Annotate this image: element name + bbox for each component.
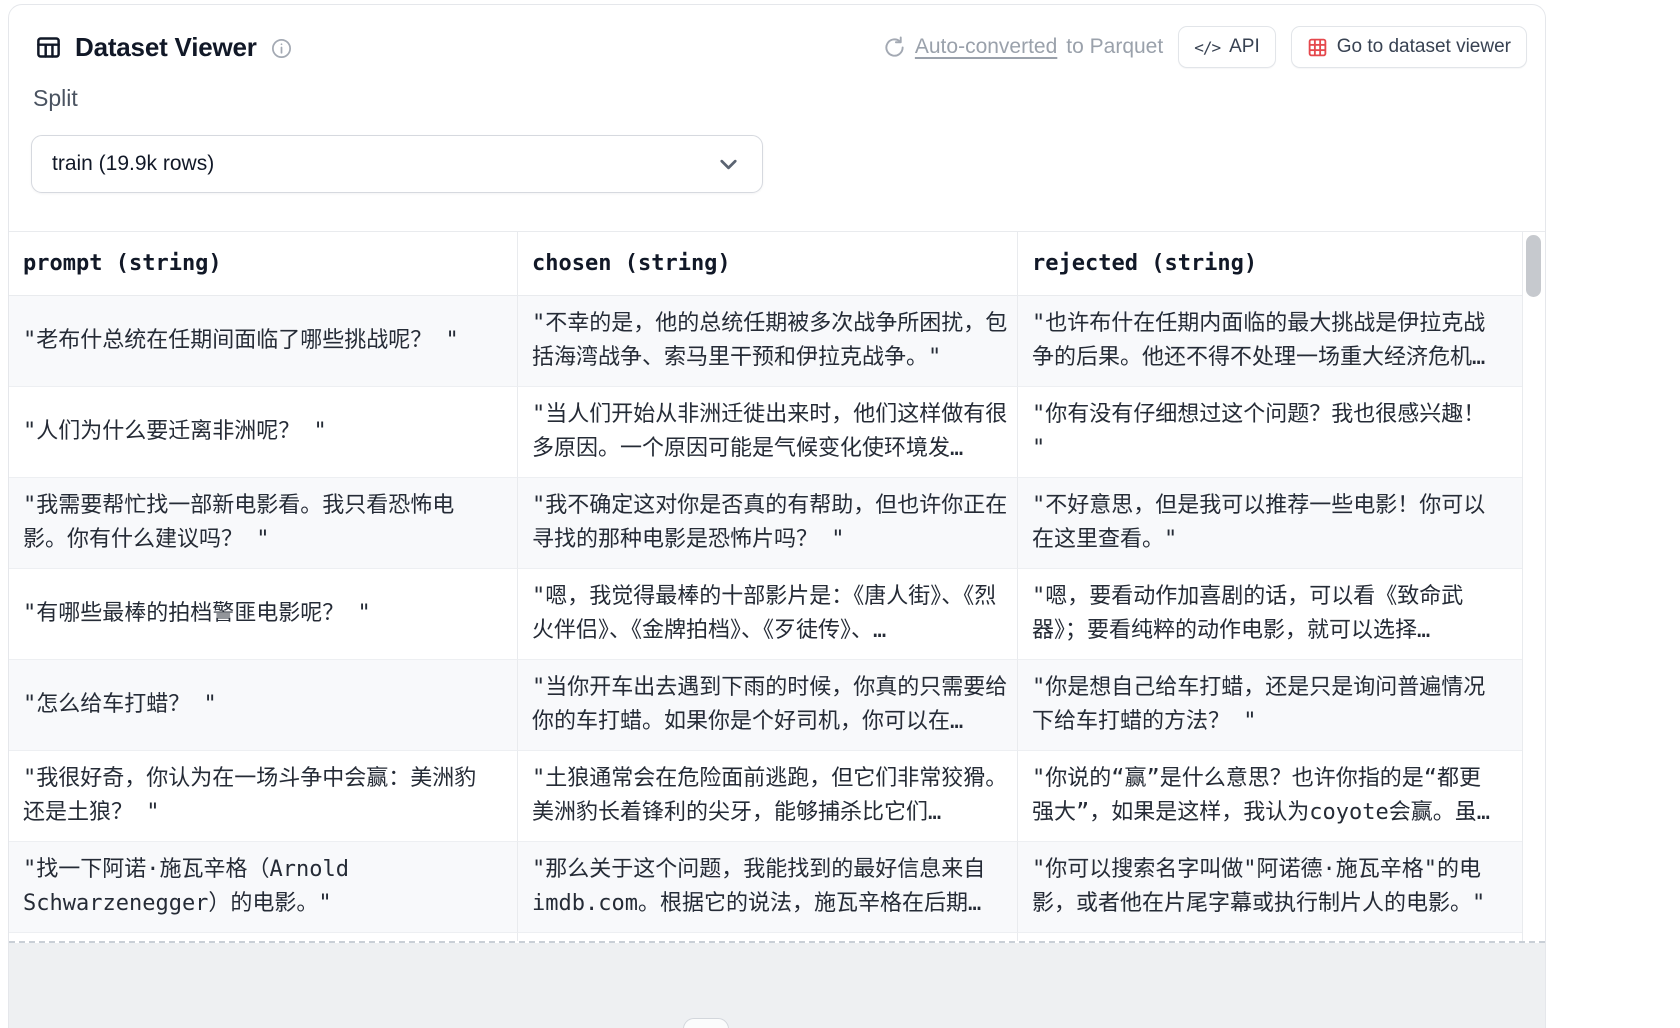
chevron-down-icon (715, 151, 742, 178)
scrollbar-gutter (1522, 478, 1545, 569)
red-grid-icon (1307, 37, 1328, 58)
cell-text: "人们为什么要迁离非洲呢？ " (23, 419, 327, 444)
table-row: "老布什总统在任期间面临了哪些挑战呢？ " "不幸的是，他的总统任期被多次战争所… (9, 296, 1545, 387)
cell-rejected[interactable]: "不好意思，但是我可以推荐一些电影！你可以在这里查看。" (1017, 478, 1522, 569)
table-header-row: prompt (string) chosen (string) rejected… (9, 231, 1545, 296)
column-header-prompt: prompt (string) (9, 232, 517, 296)
dataset-table-icon (35, 34, 62, 61)
cell-text: "有哪些最棒的拍档警匪电影呢？ " (23, 601, 371, 626)
card-header: Dataset Viewer Auto-converted to Parquet… (35, 25, 1527, 69)
cell-chosen[interactable]: "土狼通常会在危险面前逃跑，但它们非常狡猾。美洲豹长着锋利的尖牙，能够捕杀比它们… (517, 751, 1017, 842)
cell-text: "老布什总统在任期间面临了哪些挑战呢？ " (23, 328, 459, 353)
scrollbar-gutter (1522, 296, 1545, 387)
table-row: "我很好奇，你认为在一场斗争中会赢：美洲豹还是土狼？ " "土狼通常会在危险面前… (9, 751, 1545, 842)
auto-converted-link[interactable]: Auto-converted (915, 35, 1057, 59)
go-to-dataset-viewer-label: Go to dataset viewer (1336, 36, 1511, 57)
cell-text: "也许布什在任期内面临的最大挑战是伊拉克战争的后果。他还不得不处理一场重大经济危… (1032, 311, 1486, 370)
cell-text: "你可以搜索名字叫做"阿诺德·施瓦辛格"的电影，或者他在片尾字幕或执行制片人的电… (1032, 857, 1486, 916)
cell-chosen[interactable]: "当你开车出去遇到下雨的时候，你真的只需要给你的车打蜡。如果你是个好司机，你可以… (517, 660, 1017, 751)
scrollbar-gutter (1522, 751, 1545, 842)
table-row: "我需要帮忙找一部新电影看。我只看恐怖电影。你有什么建议吗？ " "我不确定这对… (9, 478, 1545, 569)
cell-text: "当人们开始从非洲迁徙出来时，他们这样做有很多原因。一个原因可能是气候变化使环境… (532, 402, 1008, 461)
cell-prompt[interactable]: "我需要帮忙找一部新电影看。我只看恐怖电影。你有什么建议吗？ " (9, 478, 517, 569)
table-row: "找一下阿诺·施瓦辛格（Arnold Schwarzenegger）的电影。" … (9, 842, 1545, 933)
cell-rejected[interactable]: "也许布什在任期内面临的最大挑战是伊拉克战争的后果。他还不得不处理一场重大经济危… (1017, 296, 1522, 387)
cell-text: "那么关于这个问题，我能找到的最好信息来自imdb.com。根据它的说法，施瓦辛… (532, 857, 986, 916)
table-row: "有哪些最棒的拍档警匪电影呢？ " "嗯，我觉得最棒的十部影片是：《唐人街》、《… (9, 569, 1545, 660)
cell-text: "怎么给车打蜡？ " (23, 692, 217, 717)
cell-text: "你是想自己给车打蜡，还是只是询问普遍情况下给车打蜡的方法？ " (1032, 675, 1486, 734)
page-title: Dataset Viewer (75, 31, 257, 62)
cell-text: "你有没有仔细想过这个问题？我也很感兴趣！ " (1032, 402, 1486, 461)
cell-chosen[interactable]: "当人们开始从非洲迁徙出来时，他们这样做有很多原因。一个原因可能是气候变化使环境… (517, 387, 1017, 478)
code-icon: </> (1194, 37, 1221, 57)
cell-text: "不好意思，但是我可以推荐一些电影！你可以在这里查看。" (1032, 493, 1486, 552)
cell-prompt[interactable]: "人们为什么要迁离非洲呢？ " (9, 387, 517, 478)
bottom-strip (9, 943, 1545, 1028)
cell-text: "我不确定这对你是否真的有帮助，但也许你正在寻找的那种电影是恐怖片吗？ " (532, 493, 1008, 552)
auto-converted-suffix: to Parquet (1066, 35, 1164, 58)
cell-chosen[interactable]: "嗯，我觉得最棒的十部影片是：《唐人街》、《烈火伴侣》、《金牌拍档》、《歹徒传》… (517, 569, 1017, 660)
pagination-pill-partial[interactable] (683, 1018, 729, 1028)
table-row: "怎么给车打蜡？ " "当你开车出去遇到下雨的时候，你真的只需要给你的车打蜡。如… (9, 660, 1545, 751)
dataset-viewer-card: Dataset Viewer Auto-converted to Parquet… (8, 4, 1546, 1028)
cell-prompt[interactable]: "老布什总统在任期间面临了哪些挑战呢？ " (9, 296, 517, 387)
scrollbar-gutter (1522, 933, 1545, 941)
cell-rejected[interactable]: "你说的“赢”是什么意思？也许你指的是“都更强大”，如果是这样，我认为coyot… (1017, 751, 1522, 842)
cell-prompt[interactable]: "找一下阿诺·施瓦辛格（Arnold Schwarzenegger）的电影。" (9, 842, 517, 933)
table-row-partial (9, 933, 1545, 941)
api-button-label: API (1229, 36, 1260, 57)
cell-partial (517, 933, 1017, 941)
cell-prompt[interactable]: "怎么给车打蜡？ " (9, 660, 517, 751)
header-actions: Auto-converted to Parquet </> API Go to … (883, 26, 1527, 68)
cell-text: "嗯，要看动作加喜剧的话，可以看《致命武器》；要看纯粹的动作电影，就可以选择… (1032, 584, 1464, 643)
api-button[interactable]: </> API (1178, 26, 1276, 68)
cell-text: "不幸的是，他的总统任期被多次战争所困扰，包括海湾战争、索马里干预和伊拉克战争。… (532, 311, 1008, 370)
cell-text: "我需要帮忙找一部新电影看。我只看恐怖电影。你有什么建议吗？ " (23, 493, 455, 552)
scrollbar-gutter (1522, 569, 1545, 660)
split-select-value: train (19.9k rows) (52, 152, 215, 175)
cell-text: "你说的“赢”是什么意思？也许你指的是“都更强大”，如果是这样，我认为coyot… (1032, 766, 1490, 825)
dataset-table: prompt (string) chosen (string) rejected… (9, 231, 1545, 941)
split-label: Split (33, 85, 78, 111)
cell-partial (9, 933, 517, 941)
column-header-rejected: rejected (string) (1017, 232, 1522, 296)
cell-chosen[interactable]: "那么关于这个问题，我能找到的最好信息来自imdb.com。根据它的说法，施瓦辛… (517, 842, 1017, 933)
refresh-icon (883, 35, 906, 59)
go-to-dataset-viewer-button[interactable]: Go to dataset viewer (1290, 26, 1527, 68)
cell-text: "我很好奇，你认为在一场斗争中会赢：美洲豹还是土狼？ " (23, 766, 477, 825)
scrollbar-gutter (1522, 842, 1545, 933)
cell-chosen[interactable]: "不幸的是，他的总统任期被多次战争所困扰，包括海湾战争、索马里干预和伊拉克战争。… (517, 296, 1017, 387)
scrollbar-gutter (1522, 660, 1545, 751)
cell-text: "土狼通常会在危险面前逃跑，但它们非常狡猾。美洲豹长着锋利的尖牙，能够捕杀比它们… (532, 766, 1008, 825)
cell-prompt[interactable]: "我很好奇，你认为在一场斗争中会赢：美洲豹还是土狼？ " (9, 751, 517, 842)
cell-chosen[interactable]: "我不确定这对你是否真的有帮助，但也许你正在寻找的那种电影是恐怖片吗？ " (517, 478, 1017, 569)
split-select[interactable]: train (19.9k rows) (31, 135, 763, 193)
cell-partial (1017, 933, 1522, 941)
cell-text: "找一下阿诺·施瓦辛格（Arnold Schwarzenegger）的电影。" (23, 857, 349, 916)
cell-rejected[interactable]: "你可以搜索名字叫做"阿诺德·施瓦辛格"的电影，或者他在片尾字幕或执行制片人的电… (1017, 842, 1522, 933)
cell-text: "嗯，我觉得最棒的十部影片是：《唐人街》、《烈火伴侣》、《金牌拍档》、《歹徒传》… (532, 584, 997, 643)
table-row: "人们为什么要迁离非洲呢？ " "当人们开始从非洲迁徙出来时，他们这样做有很多原… (9, 387, 1545, 478)
cell-rejected[interactable]: "你是想自己给车打蜡，还是只是询问普遍情况下给车打蜡的方法？ " (1017, 660, 1522, 751)
auto-converted-status: Auto-converted to Parquet (883, 35, 1163, 59)
cell-text: "当你开车出去遇到下雨的时候，你真的只需要给你的车打蜡。如果你是个好司机，你可以… (532, 675, 1008, 734)
cell-rejected[interactable]: "你有没有仔细想过这个问题？我也很感兴趣！ " (1017, 387, 1522, 478)
dataset-viewer-page: Dataset Viewer Auto-converted to Parquet… (0, 0, 1680, 1028)
info-icon[interactable] (270, 37, 293, 60)
cell-prompt[interactable]: "有哪些最棒的拍档警匪电影呢？ " (9, 569, 517, 660)
cell-rejected[interactable]: "嗯，要看动作加喜剧的话，可以看《致命武器》；要看纯粹的动作电影，就可以选择… (1017, 569, 1522, 660)
vertical-scrollbar-thumb[interactable] (1526, 235, 1541, 297)
column-header-chosen: chosen (string) (517, 232, 1017, 296)
scrollbar-gutter (1522, 387, 1545, 478)
